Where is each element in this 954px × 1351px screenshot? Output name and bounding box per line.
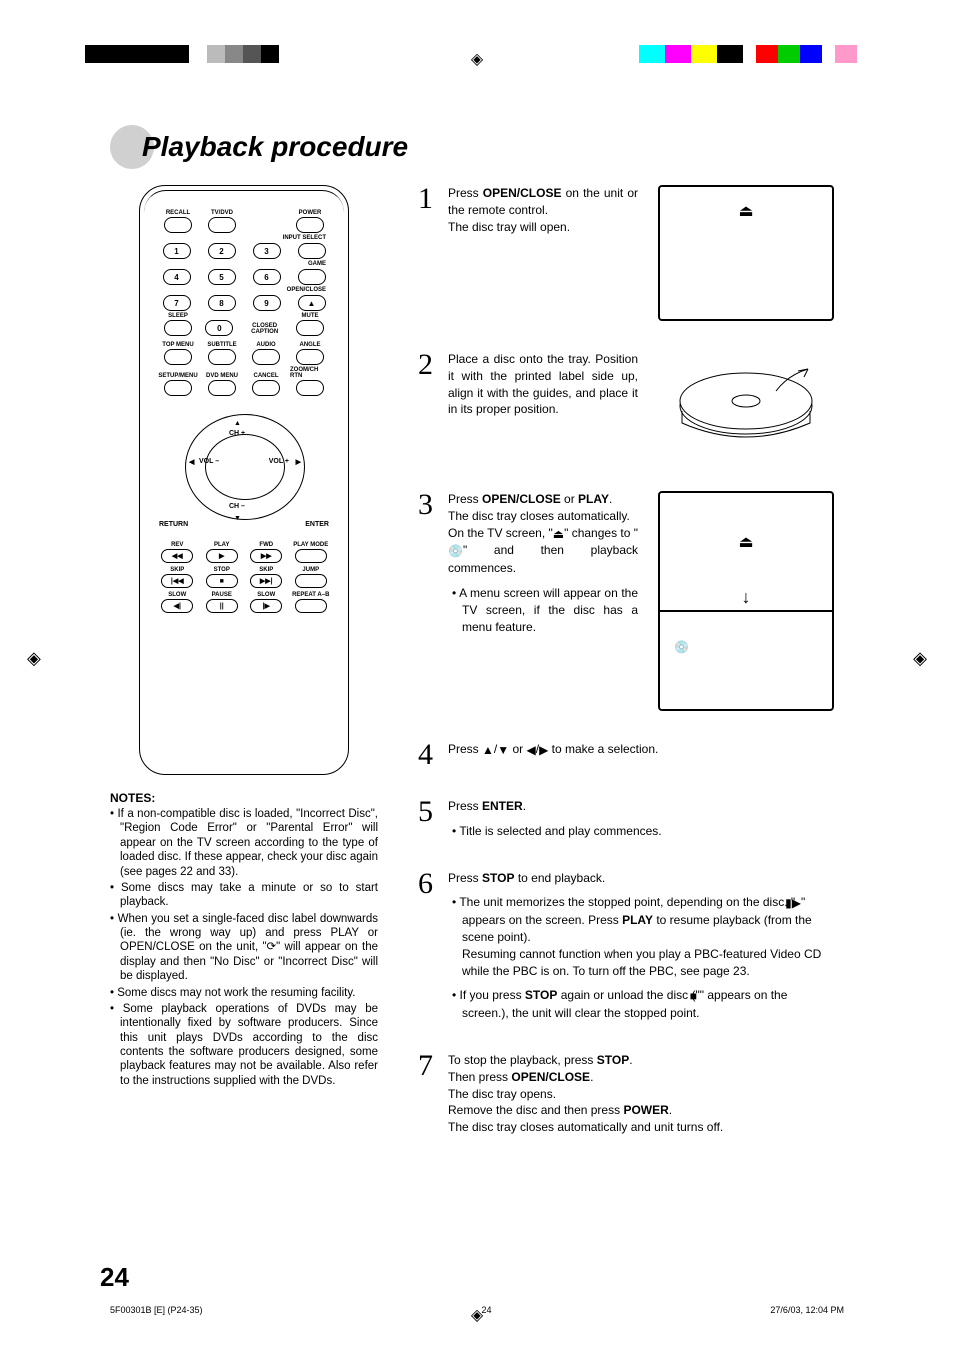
remote-btn-recall: RECALL [158, 210, 198, 233]
remote-label-input-select: INPUT SELECT [152, 235, 326, 241]
note-item: When you set a single-faced disc label d… [110, 912, 378, 984]
step-1: 1 Press OPEN/CLOSE on the unit or the re… [418, 185, 834, 321]
step-5: 5 Press ENTER. Title is selected and pla… [418, 798, 834, 840]
eject-icon: ⏏ [738, 201, 753, 223]
remote-btn-7: 7 [158, 295, 195, 311]
page-number: 24 [100, 1262, 129, 1293]
remote-control-diagram: RECALL TV/DVD POWER INPUT SELECT 1 2 3 G… [139, 185, 349, 775]
note-item: Some playback operations of DVDs may be … [110, 1002, 378, 1088]
print-color-bars-right [639, 45, 869, 67]
step-number: 5 [418, 798, 438, 840]
remote-btn-8: 8 [203, 295, 240, 311]
remote-btn-3: 3 [248, 243, 285, 259]
print-color-bars-left [85, 45, 295, 67]
remote-btn-9: 9 [248, 295, 285, 311]
remote-label-game: GAME [152, 261, 326, 267]
remote-btn-angle: ANGLE [290, 342, 330, 365]
remote-btn-0: 0 [199, 320, 239, 336]
remote-btn-2: 2 [203, 243, 240, 259]
notes-title: NOTES: [110, 791, 378, 805]
eject-icon: ⏏ [553, 526, 564, 543]
step-3: 3 Press OPEN/CLOSE or PLAY. The disc tra… [418, 491, 834, 711]
remote-btn-power: POWER [290, 210, 330, 233]
manual-page: ◈ ◈ ◈ ◈ Playback procedure RECALL TV/DVD… [0, 0, 954, 1351]
remote-btn-dvdmenu: DVD MENU [202, 373, 242, 396]
remote-btn-zoom: ZOOM/CH RTN [290, 367, 330, 396]
remote-btn-sleep: SLEEP [158, 313, 198, 336]
tv-display-eject: ⏏ [658, 185, 834, 321]
disc-spin-icon: 💿 [674, 639, 689, 656]
note-item: Some discs may take a minute or so to st… [110, 881, 378, 910]
remote-btn-1: 1 [158, 243, 195, 259]
remote-btn-openclose: ▲ [293, 295, 330, 311]
step-2: 2 Place a disc onto the tray. Position i… [418, 351, 834, 461]
step-number: 4 [418, 741, 438, 768]
footer-center: 24 [481, 1305, 491, 1315]
footer-left: 5F00301B [E] (P24-35) [110, 1305, 203, 1315]
step-number: 3 [418, 491, 438, 711]
remote-btn-cancel: CANCEL [246, 373, 286, 396]
remote-btn-6: 6 [248, 269, 285, 285]
right-arrow-icon: ▶ [539, 742, 548, 759]
up-arrow-icon: ▲ [482, 742, 494, 759]
remote-btn-5: 5 [203, 269, 240, 285]
remote-btn-subtitle: SUBTITLE [202, 342, 242, 365]
registration-mark-right: ◈ [913, 648, 927, 669]
remote-dpad: ▲ CH + CH – ▼ ◀ VOL – VOL + ▶ RETURN ENT… [159, 408, 329, 528]
step-7: 7 To stop the playback, press STOP. Then… [418, 1052, 834, 1136]
step-number: 2 [418, 351, 438, 461]
remote-btn-audio: AUDIO [246, 342, 286, 365]
remote-btn-topmenu: TOP MENU [158, 342, 198, 365]
left-arrow-icon: ◀ [526, 742, 535, 759]
notes-section: NOTES: If a non-compatible disc is loade… [110, 791, 378, 1088]
registration-mark-left: ◈ [27, 648, 41, 669]
eject-icon: ⏏ [738, 534, 753, 551]
registration-mark-top: ◈ [471, 49, 483, 69]
remote-btn-input [293, 243, 330, 259]
remote-btn-tvdvd: TV/DVD [202, 210, 242, 233]
step-number: 7 [418, 1052, 438, 1136]
arrow-down-icon: ↓ [660, 585, 832, 610]
remote-btn-game [293, 269, 330, 285]
page-heading: Playback procedure [142, 131, 408, 163]
step-number: 6 [418, 870, 438, 1022]
remote-btn-setupmenu: SETUP/MENU [158, 373, 198, 396]
note-item: If a non-compatible disc is loaded, "Inc… [110, 807, 378, 879]
footer: 5F00301B [E] (P24-35) 24 27/6/03, 12:04 … [110, 1305, 844, 1315]
step-4: 4 Press ▲/▼ or ◀/▶ to make a selection. [418, 741, 834, 768]
remote-btn-mute: MUTE [290, 313, 330, 336]
tv-display-transition: ⏏ ↓ 💿 [658, 491, 834, 711]
remote-btn-cc: CLOSED CAPTION [241, 324, 289, 336]
note-item: Some discs may not work the resuming fac… [110, 986, 378, 1000]
disc-tray-illustration [658, 351, 834, 461]
step-number: 1 [418, 185, 438, 321]
footer-right: 27/6/03, 12:04 PM [770, 1305, 844, 1315]
disc-spin-icon: 💿 [448, 543, 463, 560]
step-6: 6 Press STOP to end playback. The unit m… [418, 870, 834, 1022]
remote-playback-grid: REV◀◀ PLAY▶ FWD▶▶ PLAY MODE SKIP|◀◀ STOP… [158, 542, 330, 613]
remote-label-openclose: OPEN/CLOSE [152, 287, 326, 293]
remote-btn-4: 4 [158, 269, 195, 285]
down-arrow-icon: ▼ [497, 742, 509, 759]
